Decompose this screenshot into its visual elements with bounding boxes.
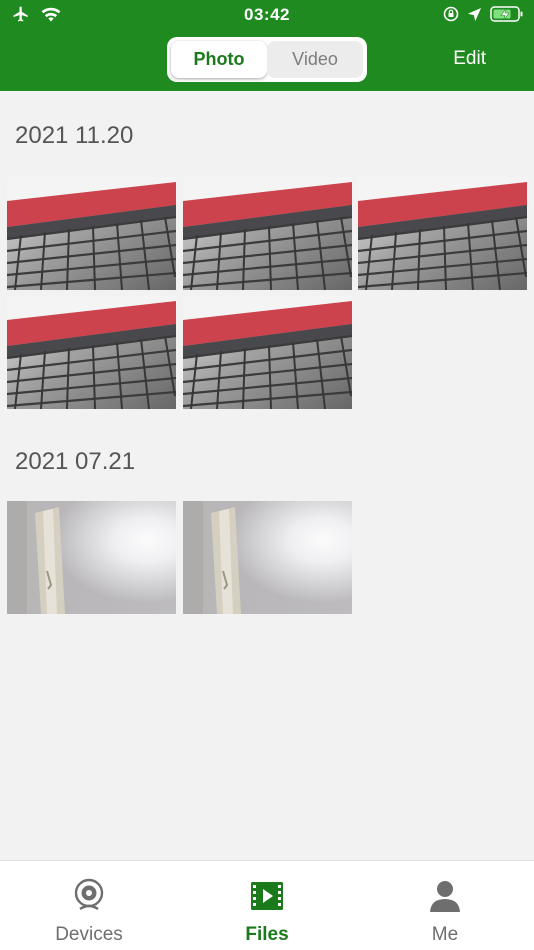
status-right xyxy=(443,5,524,28)
photo-thumbnail[interactable] xyxy=(183,501,352,614)
camera-icon xyxy=(71,878,107,914)
tab-me[interactable]: Me xyxy=(356,861,534,950)
tab-files-label: Files xyxy=(245,924,289,945)
date-header-2: 2021 07.21 xyxy=(15,448,136,475)
orientation-lock-icon xyxy=(443,6,459,27)
photo-thumbnail[interactable] xyxy=(358,177,527,290)
tab-me-label: Me xyxy=(431,924,459,945)
status-bar: 03:42 xyxy=(0,0,534,30)
date-header-1: 2021 11.20 xyxy=(15,122,134,149)
photo-thumbnail[interactable] xyxy=(7,296,176,409)
tab-devices-label: Devices xyxy=(55,924,123,945)
photo-tab[interactable]: Photo xyxy=(171,41,267,78)
photo-thumbnail[interactable] xyxy=(7,501,176,614)
location-icon xyxy=(467,7,482,27)
bottom-tab-bar: Devices Files Me xyxy=(0,860,534,950)
battery-charging-icon xyxy=(490,5,524,28)
top-app-bar: 03:42 Photo Video Edit xyxy=(0,0,534,91)
film-strip-icon xyxy=(249,878,285,914)
tab-devices[interactable]: Devices xyxy=(0,861,178,950)
photo-thumbnail[interactable] xyxy=(7,177,176,290)
photo-thumbnail[interactable] xyxy=(183,296,352,409)
edit-button[interactable]: Edit xyxy=(453,48,486,70)
media-type-segmented-control: Photo Video xyxy=(167,37,367,82)
photo-thumbnail[interactable] xyxy=(183,177,352,290)
person-icon xyxy=(427,878,463,914)
video-tab[interactable]: Video xyxy=(267,41,363,78)
tab-files[interactable]: Files xyxy=(178,861,356,950)
